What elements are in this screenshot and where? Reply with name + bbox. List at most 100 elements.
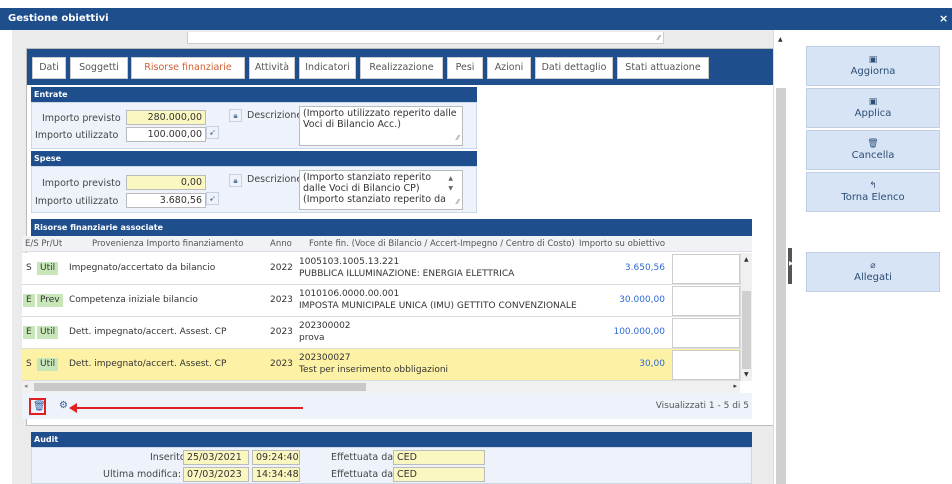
audit-modifica-label: Ultima modifica: xyxy=(103,469,182,480)
scrollbar-thumb[interactable] xyxy=(742,291,751,369)
column-anno[interactable]: Anno xyxy=(270,239,292,249)
audit-inserito-date: 25/03/2021 xyxy=(183,450,249,465)
cell-extra[interactable] xyxy=(672,254,740,284)
cell-extra[interactable] xyxy=(672,286,740,316)
previous-textarea[interactable]: ⁄⁄ xyxy=(187,32,664,44)
grid-horizontal-scrollbar[interactable]: ◂ ▸ xyxy=(22,381,740,393)
save-icon: ▣ xyxy=(868,55,878,65)
tab-bar: Dati Soggetti Risorse finanziarie Attivi… xyxy=(27,49,776,85)
scroll-left-icon[interactable]: ◂ xyxy=(24,382,28,390)
scrollbar-thumb[interactable] xyxy=(34,383,366,391)
entrate-importo-previsto-field[interactable]: 280.000,00 xyxy=(126,110,206,125)
cell-es-badge: E xyxy=(23,294,35,307)
cell-provenienza: Competenza iniziale bilancio xyxy=(69,295,198,305)
column-importo[interactable]: Importo su obiettivo xyxy=(579,239,665,249)
trash-icon[interactable]: 🗑︎ xyxy=(33,401,46,412)
column-es-prut[interactable]: E/S Pr/Ut xyxy=(25,239,62,249)
tab-stati-attuazione[interactable]: Stati attuazione xyxy=(617,57,709,79)
torna-elenco-label: Torna Elenco xyxy=(841,192,905,203)
navigate-arrow-icon[interactable]: ➹ xyxy=(206,192,219,205)
spese-descrizione-textarea[interactable]: (Importo stanziato reperito dalle Voci d… xyxy=(299,170,463,210)
scrollbar-thumb[interactable] xyxy=(776,88,786,484)
entrate-descrizione-label: Descrizione xyxy=(247,110,303,121)
cell-es-badge: E xyxy=(23,326,35,339)
entrate-importo-previsto-label: Importo previsto xyxy=(42,113,121,124)
spese-descrizione-line-2: dalle Voci di Bilancio CP) xyxy=(303,183,420,194)
resize-grip-icon[interactable]: ⁄⁄ xyxy=(457,133,459,144)
tab-realizzazione[interactable]: Realizzazione xyxy=(360,57,443,79)
cell-provenienza: Dett. impegnato/accert. Assest. CP xyxy=(69,327,227,337)
scroll-right-icon[interactable]: ▸ xyxy=(733,382,737,390)
entrate-descrizione-textarea[interactable]: (Importo utilizzato reperito dalle Voci … xyxy=(299,106,463,146)
tab-pesi[interactable]: Pesi xyxy=(447,57,483,79)
scroll-down-icon[interactable]: ▼ xyxy=(448,183,453,194)
cell-fonte-code: 1010106.0000.00.001 xyxy=(299,289,400,299)
tab-azioni[interactable]: Azioni xyxy=(487,57,531,79)
cell-anno: 2023 xyxy=(270,359,293,369)
scroll-up-icon[interactable]: ▲ xyxy=(778,36,783,43)
lock-icon[interactable]: 🔒︎ xyxy=(229,109,242,122)
window-title: Gestione obiettivi xyxy=(8,13,109,24)
entrate-descrizione-text: (Importo utilizzato reperito dalle Voci … xyxy=(303,108,457,130)
tab-indicatori[interactable]: Indicatori xyxy=(299,57,356,79)
scroll-up-icon[interactable]: ▲ xyxy=(744,256,749,263)
save-icon: ▣ xyxy=(868,97,878,107)
audit-effettuata-label-2: Effettuata da: xyxy=(331,469,397,480)
applica-button[interactable]: ▣ Applica xyxy=(806,88,940,128)
table-row[interactable]: E Util Dett. impegnato/accert. Assest. C… xyxy=(22,317,740,349)
spese-importo-previsto-label: Importo previsto xyxy=(42,178,121,189)
spese-header: Spese xyxy=(31,151,477,166)
audit-inserito-time: 09:24:40 xyxy=(252,450,300,465)
audit-header: Audit xyxy=(31,432,752,447)
spese-importo-utilizzato-field[interactable]: 3.680,56 xyxy=(126,193,206,208)
spese-descrizione-label: Descrizione xyxy=(247,174,303,185)
allegati-button[interactable]: ⌀ Allegati xyxy=(806,252,940,292)
torna-elenco-button[interactable]: ↰ Torna Elenco xyxy=(806,172,940,212)
tab-soggetti[interactable]: Soggetti xyxy=(70,57,128,79)
window-titlebar: Gestione obiettivi × xyxy=(0,0,952,30)
tab-attivita[interactable]: Attività xyxy=(249,57,295,79)
cancella-button[interactable]: 🗑︎ Cancella xyxy=(806,130,940,170)
grid-vertical-scrollbar[interactable]: ▲ ▼ xyxy=(740,253,752,381)
cell-fonte-desc: Test per inserimento obbligazioni xyxy=(299,365,449,375)
spese-importo-utilizzato-label: Importo utilizzato xyxy=(35,196,119,207)
main-vertical-scrollbar[interactable]: ▲ xyxy=(773,30,788,484)
table-row[interactable]: S Util Impegnato/accertato da bilancio 2… xyxy=(22,253,740,285)
audit-inserito-by: CED xyxy=(393,450,485,465)
cell-fonte-code: 1005103.1005.13.221 xyxy=(299,257,400,267)
lock-icon[interactable]: 🔒︎ xyxy=(229,174,242,187)
table-row[interactable]: E Prev Competenza iniziale bilancio 2023… xyxy=(22,285,740,317)
cancella-label: Cancella xyxy=(851,150,895,161)
cell-importo: 100.000,00 xyxy=(613,327,665,337)
table-row-selected[interactable]: S Util Dett. impegnato/accert. Assest. C… xyxy=(22,349,740,381)
cell-es: S xyxy=(26,359,32,369)
grid-column-headers: E/S Pr/Ut Provenienza Importo finanziame… xyxy=(22,236,752,252)
close-icon[interactable]: × xyxy=(939,12,948,25)
spese-descrizione-line-3: (Importo stanziato reperito da xyxy=(303,194,446,205)
navigate-arrow-icon[interactable]: ➹ xyxy=(206,126,219,139)
grid-footer: 🗑︎ ⚙︎ Visualizzati 1 - 5 di 5 xyxy=(22,393,752,419)
entrate-importo-utilizzato-label: Importo utilizzato xyxy=(35,130,119,141)
aggiorna-button[interactable]: ▣ Aggiorna xyxy=(806,46,940,86)
grid-status-text: Visualizzati 1 - 5 di 5 xyxy=(655,401,749,411)
spese-importo-previsto-field[interactable]: 0,00 xyxy=(126,175,206,190)
cell-importo: 30.000,00 xyxy=(619,295,665,305)
annotation-arrow xyxy=(69,403,303,413)
tab-dati-dettaglio[interactable]: Dati dettaglio xyxy=(535,57,613,79)
cell-prut-badge: Util xyxy=(37,262,59,275)
trash-icon: 🗑︎ xyxy=(867,139,879,149)
column-fonte[interactable]: Fonte fin. (Voce di Bilancio / Accert-Im… xyxy=(309,239,575,249)
tab-dati[interactable]: Dati xyxy=(32,57,66,79)
resize-grip-icon[interactable]: ⁄⁄ xyxy=(658,34,660,42)
tab-risorse-finanziarie[interactable]: Risorse finanziarie xyxy=(131,57,245,79)
cell-extra[interactable] xyxy=(672,350,740,380)
cell-anno: 2023 xyxy=(270,295,293,305)
resize-grip-icon[interactable]: ⁄⁄ xyxy=(457,197,459,208)
scroll-down-icon[interactable]: ▼ xyxy=(744,371,749,378)
cell-extra[interactable] xyxy=(672,318,740,348)
cell-fonte-code: 202300027 xyxy=(299,353,351,363)
audit-modifica-by: CED xyxy=(393,467,485,482)
column-provenienza[interactable]: Provenienza Importo finanziamento xyxy=(92,239,243,249)
entrate-importo-utilizzato-field[interactable]: 100.000,00 xyxy=(126,127,206,142)
applica-label: Applica xyxy=(854,108,892,119)
